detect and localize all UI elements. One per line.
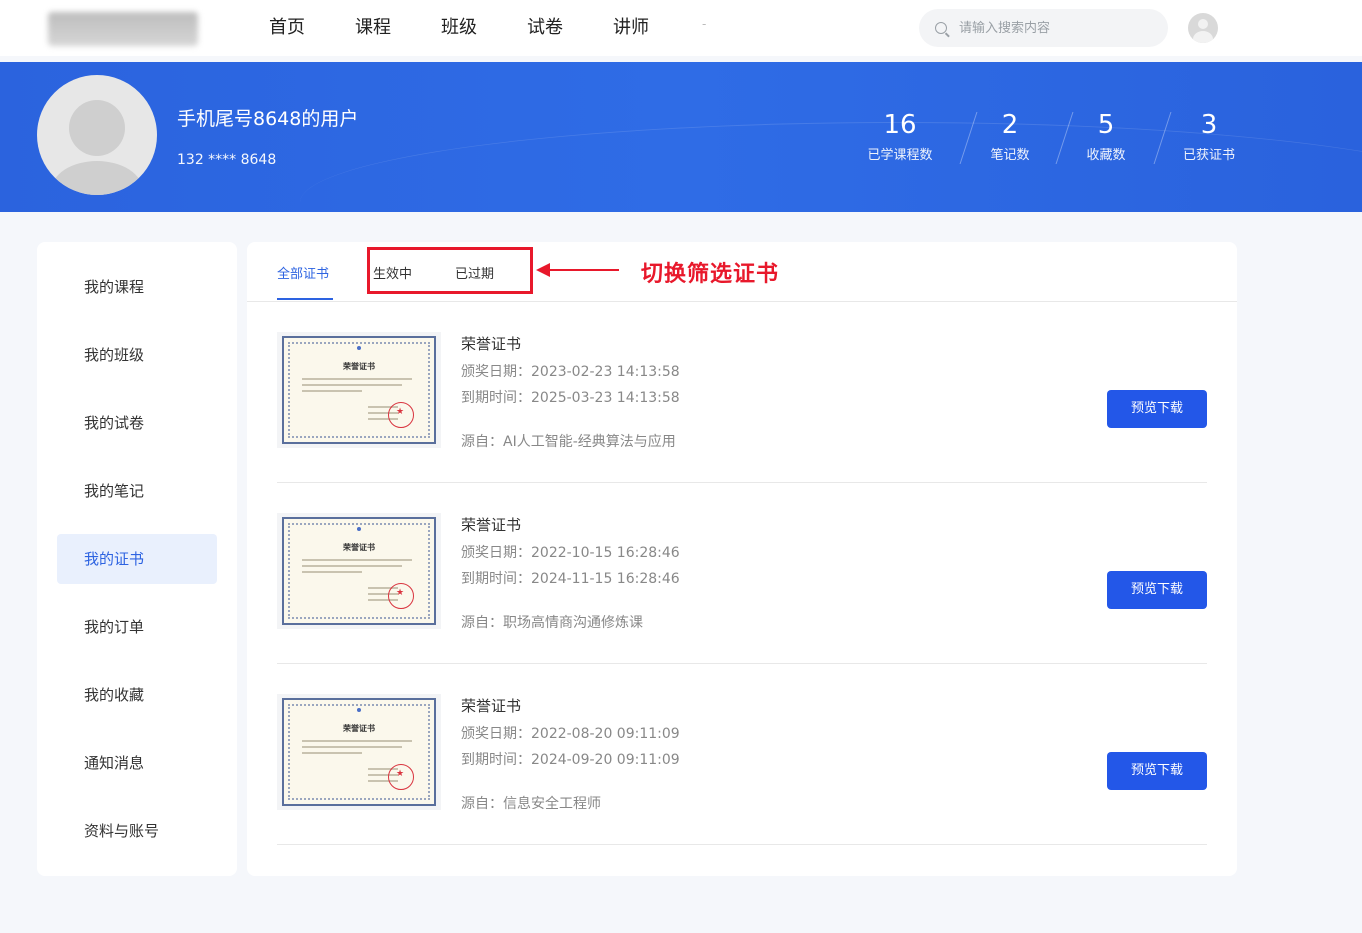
certificate-title: 荣誉证书 (461, 335, 522, 353)
sidebar-item-courses[interactable]: 我的课程 (57, 262, 217, 312)
preview-download-button[interactable]: 预览下载 (1107, 571, 1207, 609)
logo-icon (357, 708, 361, 712)
stat-notes[interactable]: 2 笔记数 (955, 110, 1065, 163)
thumbnail-title: 荣誉证书 (343, 724, 375, 733)
stat-value: 2 (1001, 110, 1019, 140)
profile-avatar (37, 75, 157, 195)
top-navbar: 首页 课程 班级 试卷 讲师 - (0, 0, 1362, 56)
certificate-thumbnail[interactable]: 荣誉证书 (277, 694, 441, 810)
active-tab-indicator (277, 298, 333, 300)
nav-teachers[interactable]: 讲师 (613, 0, 649, 56)
main-nav: 首页 课程 班级 试卷 讲师 (269, 0, 699, 56)
stat-label: 笔记数 (990, 148, 1030, 163)
seal-stamp-icon (388, 402, 414, 428)
sidebar-item-favorites[interactable]: 我的收藏 (57, 670, 217, 720)
sidebar-item-exams[interactable]: 我的试卷 (57, 398, 217, 448)
stat-value: 3 (1200, 110, 1218, 140)
search-input[interactable] (957, 19, 1161, 37)
expire-date: 到期时间：2024-11-15 16:28:46 (461, 571, 680, 587)
logo-icon (357, 527, 361, 531)
search-icon (935, 22, 947, 34)
certificate-tabs: 全部证书 生效中 已过期 切换筛选证书 (247, 242, 1237, 302)
thumbnail-title: 荣誉证书 (343, 362, 375, 371)
user-avatar[interactable] (1188, 13, 1218, 43)
stat-favorites[interactable]: 5 收藏数 (1051, 110, 1161, 163)
certificate-item: 荣誉证书 荣誉证书 颁奖日期：2022-08-20 09:11:09 到期时间：… (277, 663, 1207, 845)
tab-all-certificates[interactable]: 全部证书 (277, 263, 329, 282)
logo-icon (357, 346, 361, 350)
award-date: 颁奖日期：2022-10-15 16:28:46 (461, 545, 680, 561)
certificate-item: 荣誉证书 荣誉证书 颁奖日期：2023-02-23 14:13:58 到期时间：… (277, 301, 1207, 483)
sidebar-item-classes[interactable]: 我的班级 (57, 330, 217, 380)
award-date: 颁奖日期：2023-02-23 14:13:58 (461, 364, 680, 380)
stat-value: 5 (1097, 110, 1115, 140)
certificate-source: 源自：职场高情商沟通修炼课 (461, 615, 643, 631)
sidebar-item-notes[interactable]: 我的笔记 (57, 466, 217, 516)
annotation-highlight-box (367, 247, 533, 294)
annotation-text: 切换筛选证书 (641, 261, 780, 287)
stat-value: 16 (883, 110, 917, 140)
nav-courses[interactable]: 课程 (355, 0, 391, 56)
nav-home[interactable]: 首页 (269, 0, 305, 56)
certificate-item: 荣誉证书 荣誉证书 颁奖日期：2022-10-15 16:28:46 到期时间：… (277, 482, 1207, 664)
nav-classes[interactable]: 班级 (441, 0, 477, 56)
certificate-title: 荣誉证书 (461, 516, 522, 534)
certificate-thumbnail[interactable]: 荣誉证书 (277, 332, 441, 448)
annotation-arrow-line (547, 269, 619, 271)
sidebar: 我的课程 我的班级 我的试卷 我的笔记 我的证书 我的订单 我的收藏 通知消息 … (37, 242, 237, 876)
preview-download-button[interactable]: 预览下载 (1107, 390, 1207, 428)
sidebar-item-certificates[interactable]: 我的证书 (57, 534, 217, 584)
certificate-source: 源自：AI人工智能-经典算法与应用 (461, 434, 676, 450)
profile-name: 手机尾号8648的用户 (177, 108, 359, 130)
profile-phone: 132 **** 8648 (177, 152, 277, 168)
certificate-thumbnail[interactable]: 荣誉证书 (277, 513, 441, 629)
preview-download-button[interactable]: 预览下载 (1107, 752, 1207, 790)
expire-date: 到期时间：2025-03-23 14:13:58 (461, 390, 680, 406)
site-logo[interactable] (48, 12, 198, 46)
stat-label: 已学课程数 (867, 148, 933, 163)
nav-exams[interactable]: 试卷 (527, 0, 563, 56)
certificate-panel: 全部证书 生效中 已过期 切换筛选证书 荣誉证书 荣誉证书 颁奖日期：20 (247, 242, 1237, 876)
sidebar-item-account[interactable]: 资料与账号 (57, 806, 217, 856)
stat-certificates[interactable]: 3 已获证书 (1154, 110, 1264, 163)
stat-label: 已获证书 (1182, 148, 1235, 163)
seal-stamp-icon (388, 583, 414, 609)
award-date: 颁奖日期：2022-08-20 09:11:09 (461, 726, 680, 742)
thumbnail-title: 荣誉证书 (343, 543, 375, 552)
expire-date: 到期时间：2024-09-20 09:11:09 (461, 752, 680, 768)
certificate-source: 源自：信息安全工程师 (461, 796, 601, 812)
nav-extra: - (702, 17, 707, 31)
sidebar-item-orders[interactable]: 我的订单 (57, 602, 217, 652)
certificate-title: 荣誉证书 (461, 697, 522, 715)
sidebar-item-notifications[interactable]: 通知消息 (57, 738, 217, 788)
seal-stamp-icon (388, 764, 414, 790)
search-box[interactable] (919, 9, 1168, 47)
stat-label: 收藏数 (1086, 148, 1126, 163)
stat-courses[interactable]: 16 已学课程数 (845, 110, 955, 163)
